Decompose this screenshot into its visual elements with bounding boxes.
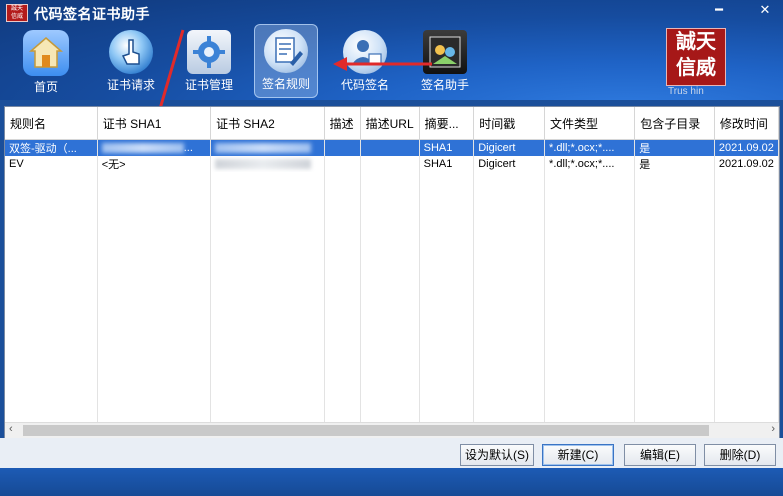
cell-sha2 xyxy=(210,156,325,172)
cell-timestamp: Digicert xyxy=(473,156,546,172)
delete-button[interactable]: 删除(D) xyxy=(704,444,776,466)
cell-sha1: <无> xyxy=(97,156,212,172)
app-logo-text: 誠天 信威 xyxy=(10,6,23,20)
app-window: 誠天 信威 代码签名证书助手 ━ ✕ 首页 证书请求 证书管理 签名规则 代码签… xyxy=(0,0,783,496)
cell-desc xyxy=(324,139,361,156)
brand-line-2: 信威 xyxy=(676,57,716,79)
cell-modified: 2021.09.02 xyxy=(714,139,780,156)
cell-digest: SHA1 xyxy=(419,156,475,172)
redacted-sha1 xyxy=(101,143,184,154)
cell-modified: 2021.09.02 xyxy=(714,156,780,172)
table-row[interactable]: 双签-驱动（... ... SHA1 Digicert *.dll;*.ocx;… xyxy=(5,139,780,156)
brand-line-1: 誠天 xyxy=(676,31,716,53)
scroll-left-icon[interactable]: ‹ xyxy=(9,423,13,435)
gear-icon xyxy=(187,30,231,74)
scroll-thumb[interactable] xyxy=(23,425,709,436)
scroll-right-icon[interactable]: › xyxy=(771,423,775,435)
col-header-timestamp[interactable]: 时间戳 xyxy=(473,107,546,140)
rules-list-panel: 规则名 证书 SHA1 证书 SHA2 描述 描述URL 摘要... 时间戳 文… xyxy=(4,106,780,440)
cell-subdirs: 是 xyxy=(634,156,715,172)
nav-cert-manage-label: 证书管理 xyxy=(184,78,233,92)
nav-code-sign-label: 代码签名 xyxy=(340,78,389,92)
col-header-rule-name[interactable]: 规则名 xyxy=(5,107,98,140)
cell-rule-name: 双签-驱动（... xyxy=(5,139,98,156)
app-logo: 誠天 信威 xyxy=(6,4,28,22)
window-title: 代码签名证书助手 xyxy=(34,6,150,22)
redacted-sha2 xyxy=(215,159,312,170)
assistant-icon xyxy=(423,30,467,74)
col-header-sha1[interactable]: 证书 SHA1 xyxy=(97,107,212,140)
redacted-sha2 xyxy=(215,143,312,154)
nav-home[interactable]: 首页 xyxy=(16,26,76,98)
col-header-subdirs[interactable]: 包含子目录 xyxy=(634,107,715,140)
col-header-desc-url[interactable]: 描述URL xyxy=(360,107,420,140)
cell-rule-name: EV xyxy=(5,156,98,172)
col-header-file-types[interactable]: 文件类型 xyxy=(544,107,636,140)
nav-sign-assistant-label: 签名助手 xyxy=(420,78,469,92)
hand-pointer-icon xyxy=(109,30,153,74)
cell-desc-url xyxy=(360,156,420,172)
cell-desc xyxy=(324,156,361,172)
nav-cert-request[interactable]: 证书请求 xyxy=(98,26,164,98)
set-default-button[interactable]: 设为默认(S) xyxy=(460,444,534,466)
nav-sign-rules-label: 签名规则 xyxy=(261,77,310,91)
cell-timestamp: Digicert xyxy=(473,139,546,156)
cell-sha1-suffix: ... xyxy=(183,142,193,154)
table-header: 规则名 证书 SHA1 证书 SHA2 描述 描述URL 摘要... 时间戳 文… xyxy=(5,107,780,140)
cell-desc-url xyxy=(360,139,420,156)
cell-digest: SHA1 xyxy=(419,139,475,156)
nav-cert-manage[interactable]: 证书管理 xyxy=(176,26,242,98)
nav-code-sign[interactable]: 代码签名 xyxy=(334,26,396,98)
horizontal-scrollbar[interactable]: ‹ › xyxy=(5,422,779,439)
status-bar xyxy=(0,468,783,496)
nav-sign-assistant[interactable]: 签名助手 xyxy=(414,26,476,98)
col-header-sha2[interactable]: 证书 SHA2 xyxy=(210,107,325,140)
col-header-modified[interactable]: 修改时间 xyxy=(714,107,780,140)
nav-sign-rules[interactable]: 签名规则 xyxy=(254,24,318,98)
header-bar: 誠天 信威 代码签名证书助手 ━ ✕ 首页 证书请求 证书管理 签名规则 代码签… xyxy=(0,0,783,100)
document-pen-icon xyxy=(264,29,308,73)
nav-home-label: 首页 xyxy=(33,80,58,94)
cell-sha1: ... xyxy=(97,139,212,156)
minimize-button[interactable]: ━ xyxy=(708,2,730,18)
rules-table: 规则名 证书 SHA1 证书 SHA2 描述 描述URL 摘要... 时间戳 文… xyxy=(5,107,780,430)
brand-subtitle: Trus hin xyxy=(668,86,704,97)
cell-file-types: *.dll;*.ocx;*.... xyxy=(544,139,636,156)
close-button[interactable]: ✕ xyxy=(754,2,776,18)
col-header-desc[interactable]: 描述 xyxy=(324,107,361,140)
new-button[interactable]: 新建(C) xyxy=(542,444,614,466)
edit-button[interactable]: 编辑(E) xyxy=(624,444,696,466)
cell-subdirs: 是 xyxy=(634,139,715,156)
user-cert-icon xyxy=(343,30,387,74)
table-row[interactable]: EV <无> SHA1 Digicert *.dll;*.ocx;*.... 是… xyxy=(5,156,780,172)
col-header-digest[interactable]: 摘要... xyxy=(419,107,475,140)
brand-logo: 誠天 信威 xyxy=(666,28,726,86)
home-icon xyxy=(23,30,69,76)
table-empty-space xyxy=(5,172,780,430)
cell-sha2 xyxy=(210,139,325,156)
cell-file-types: *.dll;*.ocx;*.... xyxy=(544,156,636,172)
nav-cert-request-label: 证书请求 xyxy=(106,78,155,92)
